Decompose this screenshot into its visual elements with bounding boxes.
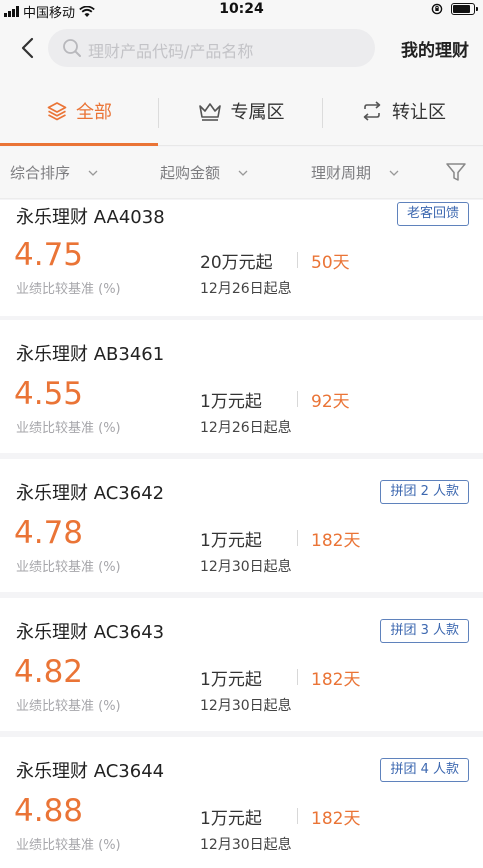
min-amount: 1万元起 <box>200 670 262 690</box>
product-badge: 拼团 2 人款 <box>380 480 469 504</box>
product-list: 永乐理财 AA4038 老客回馈 4.75 业绩比较基准 (%) 20万元起 5… <box>0 200 483 868</box>
category-tabs: 全部 专属区 转让区 <box>0 76 483 146</box>
status-bar: 中国移动 10:24 <box>0 0 483 21</box>
product-name: 永乐理财 AC3644 <box>16 761 165 782</box>
product-name: 永乐理财 AC3643 <box>16 622 165 643</box>
term-days: 182天 <box>311 531 361 551</box>
divider <box>297 391 298 407</box>
product-name: 永乐理财 AC3642 <box>16 483 165 504</box>
start-date: 12月26日起息 <box>200 420 292 436</box>
search-icon <box>63 39 81 57</box>
product-rate: 4.88 <box>14 793 84 829</box>
nav-bar: 理财产品代码/产品名称 我的理财 <box>0 20 483 76</box>
chevron-down-icon <box>389 170 399 176</box>
search-placeholder: 理财产品代码/产品名称 <box>88 42 254 61</box>
chevron-down-icon <box>238 170 248 176</box>
product-rate: 4.82 <box>14 654 84 690</box>
start-date: 12月26日起息 <box>200 281 292 297</box>
start-date: 12月30日起息 <box>200 698 292 714</box>
my-wealth-link[interactable]: 我的理财 <box>401 36 469 61</box>
filter-funnel-icon[interactable] <box>445 161 467 183</box>
divider <box>297 252 298 268</box>
product-card[interactable]: 永乐理财 AC3642 拼团 2 人款 4.78 业绩比较基准 (%) 1万元起… <box>0 459 483 592</box>
battery-fill <box>453 5 470 13</box>
filter-sort-label: 综合排序 <box>10 164 71 182</box>
product-rate: 4.55 <box>14 376 84 412</box>
orientation-lock-icon <box>431 3 443 15</box>
filter-bar: 综合排序 起购金额 理财周期 <box>0 147 483 199</box>
filter-sort[interactable]: 综合排序 <box>10 162 98 183</box>
product-badge: 拼团 3 人款 <box>380 619 469 643</box>
product-card[interactable]: 永乐理财 AC3643 拼团 3 人款 4.82 业绩比较基准 (%) 1万元起… <box>0 598 483 731</box>
divider <box>297 669 298 685</box>
term-days: 92天 <box>311 392 350 412</box>
product-card[interactable]: 永乐理财 AA4038 老客回馈 4.75 业绩比较基准 (%) 20万元起 5… <box>0 200 483 316</box>
filter-term-label: 理财周期 <box>311 164 372 182</box>
product-badge: 老客回馈 <box>396 202 469 226</box>
crown-icon <box>198 103 221 121</box>
status-time: 10:24 <box>219 1 264 17</box>
divider <box>297 808 298 824</box>
filter-term[interactable]: 理财周期 <box>311 162 399 183</box>
tab-all[interactable]: 全部 <box>0 76 158 146</box>
product-rate: 4.75 <box>14 237 84 273</box>
tab-all-label: 全部 <box>76 102 112 123</box>
product-rate: 4.78 <box>14 515 84 551</box>
product-card[interactable]: 永乐理财 AB3461 4.55 业绩比较基准 (%) 1万元起 92天 12月… <box>0 320 483 453</box>
filter-min-amount-label: 起购金额 <box>160 164 221 182</box>
term-days: 50天 <box>311 253 350 273</box>
tab-exclusive-label: 专属区 <box>230 102 285 123</box>
tab-transfer[interactable]: 转让区 <box>323 76 483 146</box>
chevron-down-icon <box>88 170 98 176</box>
product-name: 永乐理财 AA4038 <box>16 207 165 228</box>
filter-min-amount[interactable]: 起购金额 <box>160 162 248 183</box>
tab-exclusive[interactable]: 专属区 <box>159 76 322 146</box>
start-date: 12月30日起息 <box>200 837 292 853</box>
rate-label: 业绩比较基准 (%) <box>16 282 121 297</box>
product-card[interactable]: 永乐理财 AC3644 拼团 4 人款 4.88 业绩比较基准 (%) 1万元起… <box>0 737 483 868</box>
rate-label: 业绩比较基准 (%) <box>16 421 121 436</box>
back-icon[interactable] <box>14 34 42 62</box>
status-right <box>431 3 478 15</box>
term-days: 182天 <box>311 809 361 829</box>
term-days: 182天 <box>311 670 361 690</box>
active-tab-indicator <box>0 143 158 146</box>
rate-label: 业绩比较基准 (%) <box>16 560 121 575</box>
min-amount: 20万元起 <box>200 253 273 273</box>
tab-transfer-label: 转让区 <box>392 102 446 123</box>
start-date: 12月30日起息 <box>200 559 292 575</box>
rate-label: 业绩比较基准 (%) <box>16 838 121 853</box>
battery-icon <box>451 3 478 15</box>
layers-icon <box>47 102 67 121</box>
transfer-icon <box>363 101 381 121</box>
product-name: 永乐理财 AB3461 <box>16 344 165 365</box>
product-badge: 拼团 4 人款 <box>380 758 469 782</box>
min-amount: 1万元起 <box>200 392 262 412</box>
divider <box>297 530 298 546</box>
rate-label: 业绩比较基准 (%) <box>16 699 121 714</box>
min-amount: 1万元起 <box>200 809 262 829</box>
search-input[interactable]: 理财产品代码/产品名称 <box>48 29 375 67</box>
min-amount: 1万元起 <box>200 531 262 551</box>
